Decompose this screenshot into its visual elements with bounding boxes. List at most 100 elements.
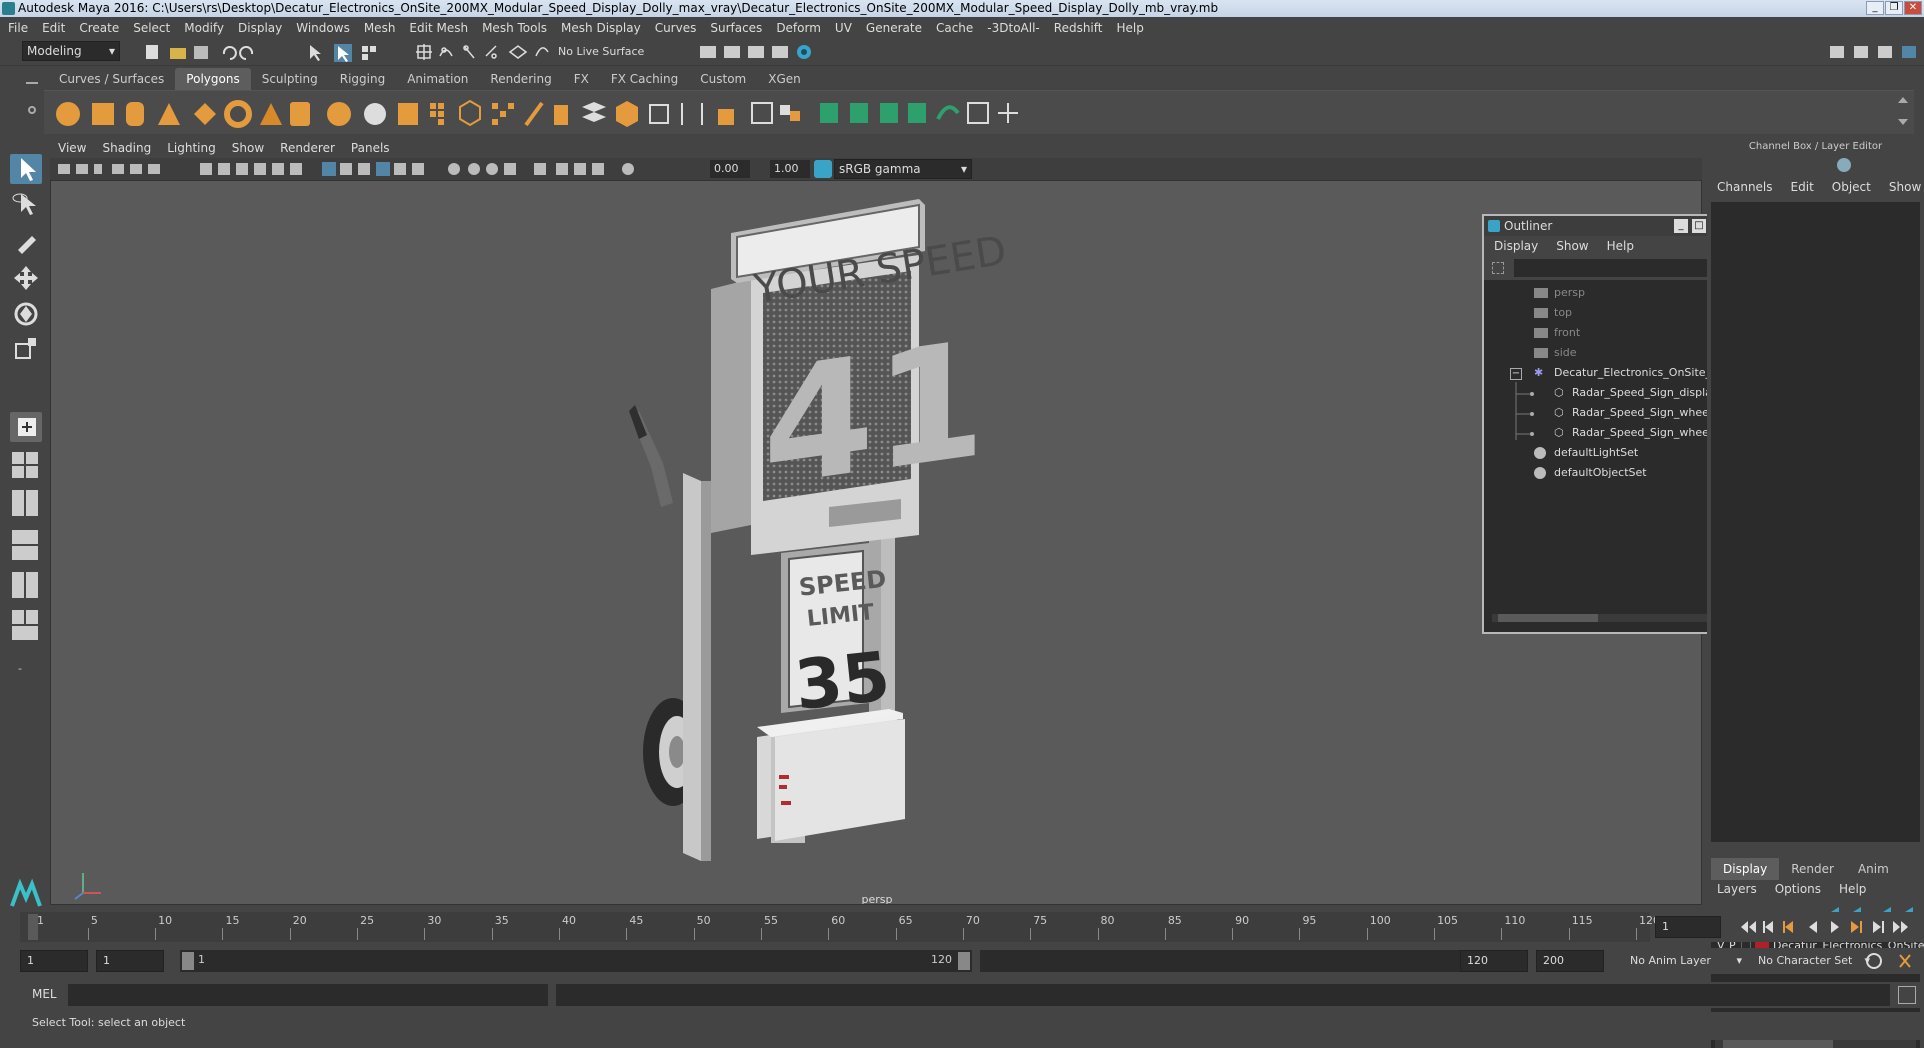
menu-help[interactable]: Help bbox=[1116, 21, 1143, 35]
menu-edit-mesh[interactable]: Edit Mesh bbox=[409, 21, 468, 35]
layer-menu-help[interactable]: Help bbox=[1839, 882, 1866, 896]
menu-mesh-tools[interactable]: Mesh Tools bbox=[482, 21, 547, 35]
outliner-item-wheel-003[interactable]: ⬡ Radar_Speed_Sign_wheel_003 bbox=[1554, 404, 1718, 422]
last-tool[interactable] bbox=[10, 412, 42, 442]
outliner-item-side[interactable]: side bbox=[1534, 344, 1577, 362]
minimize-button[interactable]: _ bbox=[1866, 1, 1884, 15]
paint-select-tool[interactable] bbox=[10, 226, 42, 256]
rotate-tool[interactable] bbox=[10, 298, 42, 328]
workspace-toggle-icons[interactable] bbox=[1826, 42, 1922, 62]
outliner-item-persp[interactable]: persp bbox=[1534, 284, 1585, 302]
outliner-item-top[interactable]: top bbox=[1534, 304, 1572, 322]
range-end-handle[interactable] bbox=[958, 952, 970, 970]
layer-scrollbar[interactable] bbox=[1715, 1040, 1916, 1048]
close-button[interactable]: ✕ bbox=[1904, 1, 1922, 15]
shelf-tool-icons[interactable] bbox=[52, 97, 1152, 131]
shelf-tab-sculpting[interactable]: Sculpting bbox=[251, 68, 329, 90]
exposure-field[interactable]: 0.00 bbox=[710, 160, 750, 178]
menu-generate[interactable]: Generate bbox=[866, 21, 922, 35]
layer-tab-render[interactable]: Render bbox=[1779, 858, 1846, 880]
shelf-scroll-icons[interactable] bbox=[1896, 93, 1910, 133]
end-time-field[interactable]: 200 bbox=[1536, 950, 1604, 972]
outliner-item-front[interactable]: front bbox=[1534, 324, 1580, 342]
outliner-horizontal-scrollbar[interactable] bbox=[1492, 614, 1722, 622]
shelf-tab-custom[interactable]: Custom bbox=[689, 68, 757, 90]
outliner-title-bar[interactable]: Outliner _ □ ✕ bbox=[1484, 216, 1736, 236]
shelf-tab-curves-surfaces[interactable]: Curves / Surfaces bbox=[48, 68, 175, 90]
outliner-menu-show[interactable]: Show bbox=[1556, 239, 1588, 253]
filter-icon[interactable] bbox=[1492, 262, 1504, 274]
outliner-item-group[interactable]: ✱ Decatur_Electronics_OnSite_200M bbox=[1534, 364, 1718, 382]
panel-menu-lighting[interactable]: Lighting bbox=[167, 141, 216, 155]
menu-create[interactable]: Create bbox=[79, 21, 119, 35]
channel-menu-edit[interactable]: Edit bbox=[1791, 180, 1814, 200]
panel-menu-panels[interactable]: Panels bbox=[351, 141, 390, 155]
channel-box-toggle-icon[interactable] bbox=[1837, 158, 1851, 172]
outliner-maximize-button[interactable]: □ bbox=[1692, 219, 1706, 233]
outliner-item-default-light-set[interactable]: defaultLightSet bbox=[1534, 444, 1638, 462]
quick-layout-icons[interactable] bbox=[10, 450, 42, 650]
scrollbar-thumb[interactable] bbox=[1498, 614, 1598, 622]
menu-mesh-display[interactable]: Mesh Display bbox=[561, 21, 641, 35]
menu-3dtoall[interactable]: -3DtoAll- bbox=[987, 21, 1039, 35]
layer-tab-display[interactable]: Display bbox=[1711, 858, 1780, 880]
panel-menu-renderer[interactable]: Renderer bbox=[280, 141, 335, 155]
menu-curves[interactable]: Curves bbox=[655, 21, 697, 35]
colorspace-selector[interactable]: sRGB gamma ▾ bbox=[834, 159, 972, 179]
menu-modify[interactable]: Modify bbox=[184, 21, 224, 35]
shelf-settings-icon[interactable] bbox=[28, 106, 36, 114]
menu-windows[interactable]: Windows bbox=[296, 21, 350, 35]
layer-tab-anim[interactable]: Anim bbox=[1846, 858, 1901, 880]
channel-menu-channels[interactable]: Channels bbox=[1717, 180, 1773, 200]
outliner-search-input[interactable] bbox=[1514, 259, 1732, 277]
shelf-tab-rigging[interactable]: Rigging bbox=[329, 68, 396, 90]
outliner-menu-display[interactable]: Display bbox=[1494, 239, 1538, 253]
panel-menu-show[interactable]: Show bbox=[232, 141, 264, 155]
playback-end-field[interactable]: 120 bbox=[1460, 950, 1528, 972]
channel-menu-show[interactable]: Show bbox=[1889, 180, 1921, 200]
script-editor-icon[interactable] bbox=[1898, 986, 1916, 1004]
panel-menu-view[interactable]: View bbox=[58, 141, 86, 155]
outliner-item-display-mesh[interactable]: ⬡ Radar_Speed_Sign_display bbox=[1554, 384, 1718, 402]
menu-uv[interactable]: UV bbox=[835, 21, 852, 35]
panel-menu-shading[interactable]: Shading bbox=[102, 141, 151, 155]
snap-toolbar[interactable] bbox=[414, 42, 554, 62]
toolbox-collapse-icon[interactable]: - bbox=[18, 662, 22, 675]
menu-select[interactable]: Select bbox=[133, 21, 170, 35]
shelf-tab-fx[interactable]: FX bbox=[563, 68, 600, 90]
menu-mesh[interactable]: Mesh bbox=[364, 21, 396, 35]
menu-redshift[interactable]: Redshift bbox=[1054, 21, 1103, 35]
shelf-side-controls[interactable] bbox=[22, 76, 42, 136]
color-management-icon[interactable] bbox=[814, 160, 832, 178]
layer-menu-options[interactable]: Options bbox=[1775, 882, 1821, 896]
perspective-viewport[interactable]: 41 YOUR SPEED SPEED LIMIT 35 persp bbox=[50, 180, 1702, 905]
outliner-menu-help[interactable]: Help bbox=[1607, 239, 1634, 253]
shelf-menu-icon[interactable] bbox=[26, 82, 38, 84]
menu-cache[interactable]: Cache bbox=[936, 21, 973, 35]
render-toolbar[interactable] bbox=[696, 42, 816, 62]
outliner-minimize-button[interactable]: _ bbox=[1674, 219, 1688, 233]
channel-menu-object[interactable]: Object bbox=[1832, 180, 1871, 200]
playback-buttons[interactable] bbox=[1739, 918, 1919, 936]
collapse-toggle[interactable]: − bbox=[1510, 368, 1522, 380]
live-surface-field[interactable]: No Live Surface bbox=[558, 42, 658, 62]
menu-deform[interactable]: Deform bbox=[776, 21, 821, 35]
outliner-item-wheel-004[interactable]: ⬡ Radar_Speed_Sign_wheel_004 bbox=[1554, 424, 1718, 442]
range-slider[interactable]: 1 120 bbox=[180, 950, 972, 972]
character-set-selector[interactable]: No Character Set ▾ bbox=[1750, 950, 1870, 972]
shelf-tab-xgen[interactable]: XGen bbox=[757, 68, 812, 90]
mel-label[interactable]: MEL bbox=[32, 987, 57, 1001]
move-tool[interactable] bbox=[10, 262, 42, 292]
time-slider[interactable]: 1 5 10 15 20 25 30 35 40 45 50 55 60 65 70 75 80 85 90 95 10… bbox=[20, 912, 1660, 942]
menu-display[interactable]: Display bbox=[238, 21, 282, 35]
mel-input[interactable] bbox=[68, 984, 548, 1006]
shelf-tab-animation[interactable]: Animation bbox=[396, 68, 479, 90]
playback-start-field[interactable]: 1 bbox=[96, 950, 164, 972]
anim-layer-selector[interactable]: No Anim Layer ▾ bbox=[1622, 950, 1742, 972]
layer-menu-layers[interactable]: Layers bbox=[1717, 882, 1757, 896]
current-time-marker[interactable] bbox=[28, 914, 38, 940]
select-tool[interactable] bbox=[10, 154, 42, 184]
scale-tool[interactable] bbox=[10, 334, 42, 364]
file-toolbar[interactable] bbox=[140, 42, 400, 62]
shelf-tab-polygons[interactable]: Polygons bbox=[175, 68, 251, 90]
